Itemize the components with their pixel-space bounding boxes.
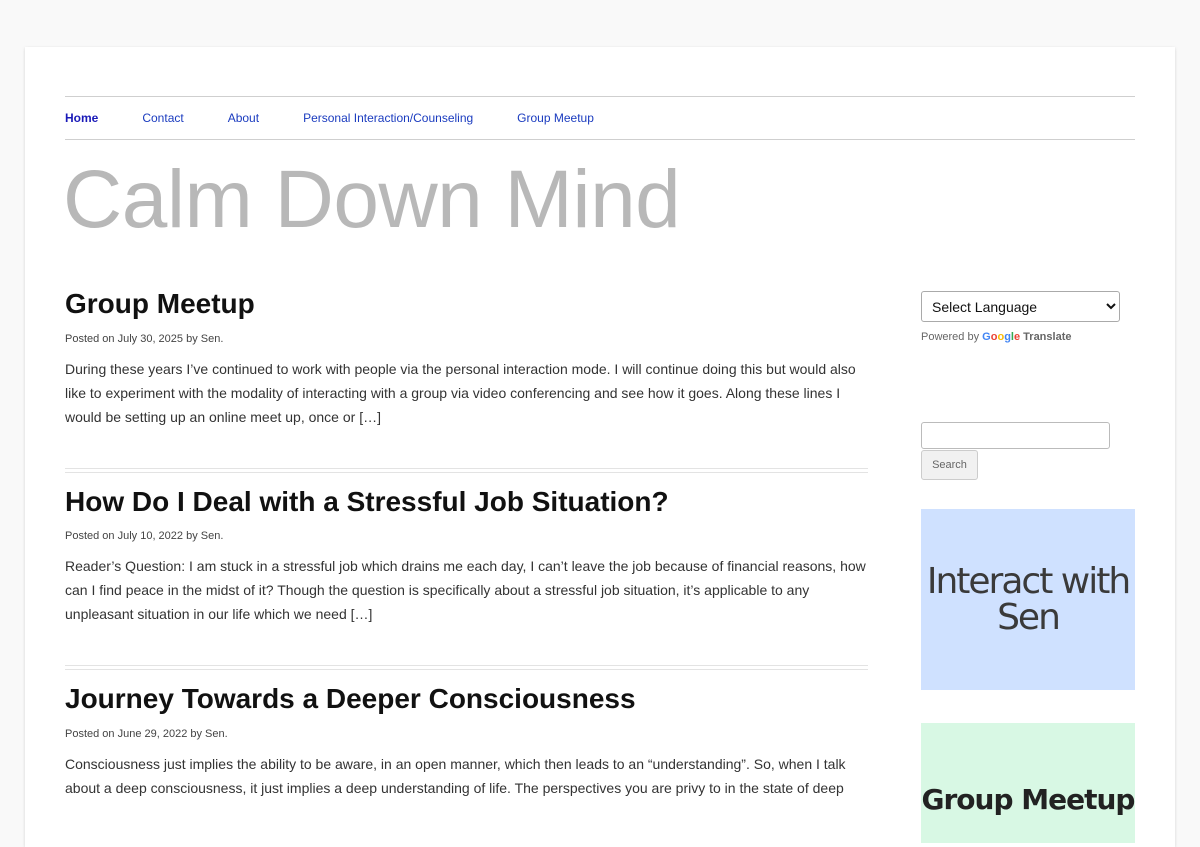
group-meetup-banner[interactable]: Group Meetup [921,723,1135,843]
translate-link[interactable]: Translate [1023,331,1071,343]
post-meta: Posted on July 10, 2022 by Sen. [65,530,224,543]
language-select[interactable]: Select Language [921,291,1120,322]
post-item: How Do I Deal with a Stressful Job Situa… [65,485,868,627]
post-item: Journey Towards a Deeper Consciousness P… [65,682,868,800]
post-title[interactable]: How Do I Deal with a Stressful Job Situa… [65,485,868,519]
nav-item-group-meetup[interactable]: Group Meetup [517,111,594,125]
interact-banner-text: Interact with Sen [926,560,1131,638]
google-translate-credit: Powered by Google Translate [921,331,1135,343]
powered-by-text: Powered by [921,331,980,343]
post-excerpt: Consciousness just implies the ability t… [65,755,846,796]
nav-item-about[interactable]: About [228,111,259,125]
post-title[interactable]: Group Meetup [65,287,868,321]
post-divider [65,467,868,473]
post-meta: Posted on June 29, 2022 by Sen. [65,727,228,740]
page-container: Home Contact About Personal Interaction/… [25,47,1175,847]
search-widget: Search [921,422,1110,480]
post-item: Group Meetup Posted on July 30, 2025 by … [65,287,868,429]
interact-with-sen-banner[interactable]: Interact with Sen [921,509,1135,690]
nav-link-about[interactable]: About [228,111,259,125]
post-excerpt: During these years I’ve continued to wor… [65,360,856,425]
search-button[interactable]: Search [921,450,978,480]
nav-link-home[interactable]: Home [65,111,98,125]
search-input[interactable] [921,422,1110,449]
sidebar: Select Language Powered by Google Transl… [921,291,1135,843]
post-list: Group Meetup Posted on July 30, 2025 by … [65,287,868,800]
google-logo[interactable]: Google [982,331,1020,343]
nav-item-home[interactable]: Home [65,111,98,125]
nav-item-counseling[interactable]: Personal Interaction/Counseling [303,111,473,125]
nav-link-contact[interactable]: Contact [142,111,183,125]
post-title[interactable]: Journey Towards a Deeper Consciousness [65,682,868,716]
nav-link-group-meetup[interactable]: Group Meetup [517,111,594,125]
post-meta: Posted on July 30, 2025 by Sen. [65,332,224,345]
nav-link-counseling[interactable]: Personal Interaction/Counseling [303,111,473,125]
site-title-logo[interactable]: Calm Down Mind [63,159,681,241]
nav-item-contact[interactable]: Contact [142,111,183,125]
post-excerpt: Reader’s Question: I am stuck in a stres… [65,558,866,623]
main-nav: Home Contact About Personal Interaction/… [65,96,1135,140]
post-divider [65,665,868,671]
